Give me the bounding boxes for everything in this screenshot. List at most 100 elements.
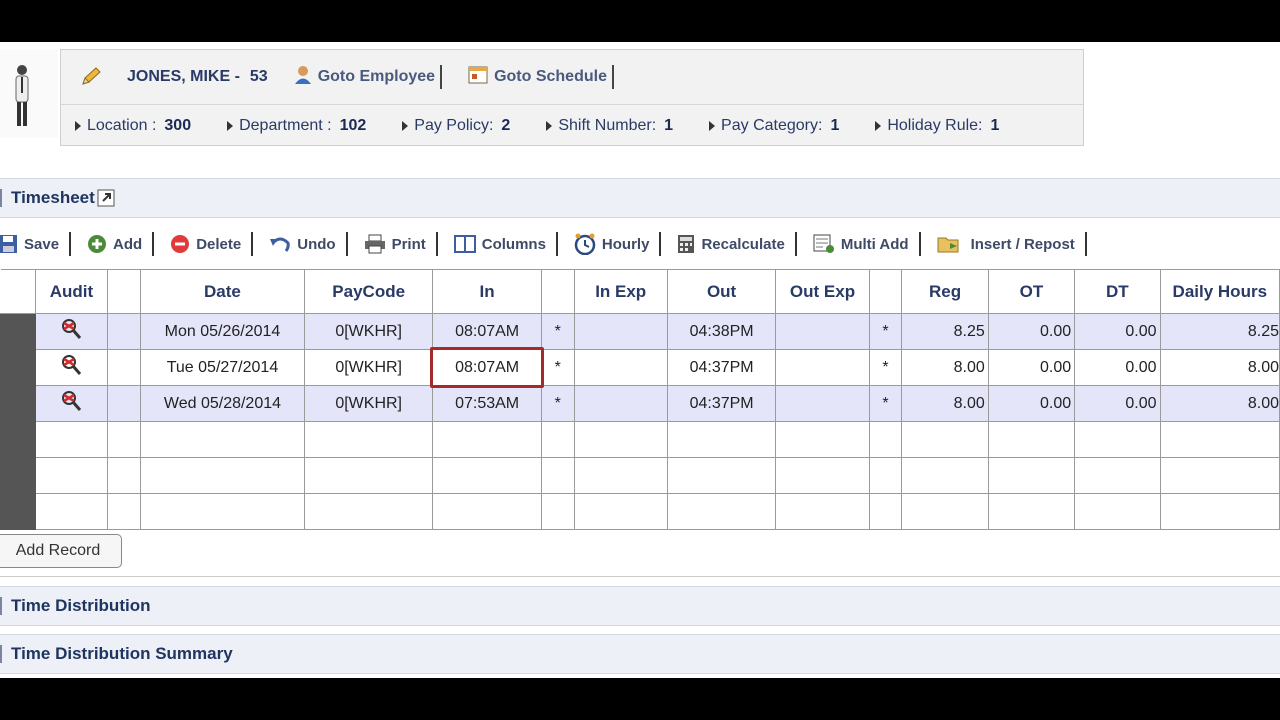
- timesheet-title: Timesheet: [11, 188, 95, 207]
- blank-cell: [107, 385, 141, 422]
- col-daily-hours[interactable]: Daily Hours: [1159, 269, 1280, 314]
- col-dt[interactable]: DT: [1074, 269, 1161, 314]
- row-handle[interactable]: [0, 313, 36, 350]
- employee-title-row: JONES, MIKE - 53 Goto Employee Goto Sche…: [61, 50, 1083, 105]
- out-cell[interactable]: 04:37PM: [666, 349, 777, 386]
- empty-cell: [107, 421, 141, 458]
- empty-row[interactable]: [0, 457, 1280, 494]
- popout-icon[interactable]: [97, 189, 115, 207]
- time-distribution-summary-header[interactable]: Time Distribution Summary: [0, 634, 1280, 674]
- attr-label: Department :: [239, 116, 332, 134]
- ot-cell: 0.00: [987, 313, 1076, 350]
- table-row[interactable]: Wed 05/28/2014 0[WKHR] 07:53AM * 04:37PM…: [0, 385, 1280, 422]
- out-exp-cell[interactable]: [775, 349, 870, 386]
- col-audit[interactable]: Audit: [34, 269, 109, 314]
- audit-icon[interactable]: [59, 318, 83, 340]
- in-flag-cell: *: [540, 313, 575, 350]
- col-out-exp[interactable]: Out Exp: [775, 269, 870, 314]
- separator: [69, 232, 72, 256]
- timesheet-panel-header[interactable]: Timesheet: [0, 178, 1280, 218]
- audit-cell[interactable]: [34, 385, 109, 422]
- audit-cell[interactable]: [34, 349, 109, 386]
- paycode-cell[interactable]: 0[WKHR]: [303, 349, 434, 386]
- col-ot[interactable]: OT: [987, 269, 1076, 314]
- row-handle[interactable]: [0, 385, 36, 422]
- empty-cell: [303, 421, 434, 458]
- empty-cell: [666, 457, 777, 494]
- row-handle[interactable]: [0, 421, 36, 458]
- separator: [440, 65, 443, 89]
- employee-number: 53: [249, 68, 268, 85]
- date-cell[interactable]: Mon 05/26/2014: [139, 313, 305, 350]
- empty-cell: [1159, 493, 1280, 530]
- col-paycode[interactable]: PayCode: [303, 269, 434, 314]
- multi-add-button[interactable]: Multi Add: [807, 234, 915, 254]
- columns-icon: [453, 235, 476, 253]
- grid-header-row: Audit Date PayCode In In Exp Out Out Exp…: [0, 269, 1280, 314]
- out-flag-cell: *: [868, 349, 903, 386]
- delete-button[interactable]: Delete: [164, 234, 247, 254]
- in-cell[interactable]: 08:07AM: [432, 313, 542, 350]
- attr-value: 1: [664, 116, 674, 134]
- empty-cell: [987, 421, 1076, 458]
- recalculate-button[interactable]: Recalculate: [671, 234, 790, 254]
- row-handle[interactable]: [0, 349, 36, 386]
- in-exp-cell[interactable]: [573, 313, 668, 350]
- out-cell[interactable]: 04:37PM: [666, 385, 777, 422]
- triangle-icon: [546, 120, 553, 131]
- out-cell[interactable]: 04:38PM: [666, 313, 777, 350]
- empty-row[interactable]: [0, 421, 1280, 458]
- paycode-cell[interactable]: 0[WKHR]: [303, 385, 434, 422]
- out-exp-cell[interactable]: [775, 313, 870, 350]
- empty-cell: [1074, 457, 1161, 494]
- add-record-button[interactable]: Add Record: [0, 534, 122, 568]
- dt-cell: 0.00: [1074, 313, 1161, 350]
- audit-icon[interactable]: [59, 354, 83, 376]
- row-handle[interactable]: [0, 457, 36, 494]
- panel-bar: [0, 645, 2, 663]
- audit-icon[interactable]: [59, 390, 83, 412]
- col-in-exp[interactable]: In Exp: [573, 269, 668, 314]
- empty-cell: [1159, 421, 1280, 458]
- goto-employee-link[interactable]: Goto Employee: [294, 65, 435, 90]
- time-distribution-header[interactable]: Time Distribution: [0, 586, 1280, 626]
- col-reg[interactable]: Reg: [901, 269, 989, 314]
- undo-button[interactable]: Undo: [263, 234, 341, 254]
- col-date[interactable]: Date: [139, 269, 305, 314]
- multi-add-icon: [813, 234, 835, 254]
- hourly-button[interactable]: Hourly: [568, 233, 656, 255]
- in-cell[interactable]: 07:53AM: [432, 385, 542, 422]
- col-in[interactable]: In: [432, 269, 542, 314]
- empty-cell: [987, 457, 1076, 494]
- in-cell-editor[interactable]: 08:07AM: [430, 347, 544, 388]
- row-handle[interactable]: [0, 493, 36, 530]
- date-cell[interactable]: Wed 05/28/2014: [139, 385, 305, 422]
- col-out-flag: [868, 269, 903, 314]
- col-out[interactable]: Out: [666, 269, 777, 314]
- save-button[interactable]: Save: [0, 234, 65, 254]
- goto-schedule-link[interactable]: Goto Schedule: [468, 65, 607, 90]
- save-icon: [0, 234, 18, 254]
- in-exp-cell[interactable]: [573, 385, 668, 422]
- date-cell[interactable]: Tue 05/27/2014: [139, 349, 305, 386]
- table-row[interactable]: Mon 05/26/2014 0[WKHR] 08:07AM * 04:38PM…: [0, 313, 1280, 350]
- columns-button[interactable]: Columns: [448, 235, 552, 253]
- audit-cell[interactable]: [34, 313, 109, 350]
- in-cell-selected[interactable]: 08:07AM: [430, 347, 544, 388]
- out-exp-cell[interactable]: [775, 385, 870, 422]
- insert-repost-button[interactable]: Insert / Repost: [931, 234, 1081, 254]
- in-exp-cell[interactable]: [573, 349, 668, 386]
- delete-label: Delete: [196, 235, 242, 253]
- pencil-icon[interactable]: [79, 66, 103, 88]
- paycode-cell[interactable]: 0[WKHR]: [303, 313, 434, 350]
- hourly-label: Hourly: [601, 235, 650, 253]
- add-button[interactable]: Add: [81, 234, 148, 254]
- attr-value: 102: [339, 116, 367, 134]
- out-flag-cell: *: [868, 385, 903, 422]
- table-row[interactable]: Tue 05/27/2014 0[WKHR] 08:07AM * 04:37PM…: [0, 347, 1280, 388]
- empty-cell: [573, 493, 668, 530]
- timesheet-grid: Audit Date PayCode In In Exp Out Out Exp…: [0, 269, 1280, 530]
- goto-employee-label: Goto Employee: [317, 68, 436, 85]
- empty-row[interactable]: [0, 493, 1280, 530]
- print-button[interactable]: Print: [358, 234, 432, 254]
